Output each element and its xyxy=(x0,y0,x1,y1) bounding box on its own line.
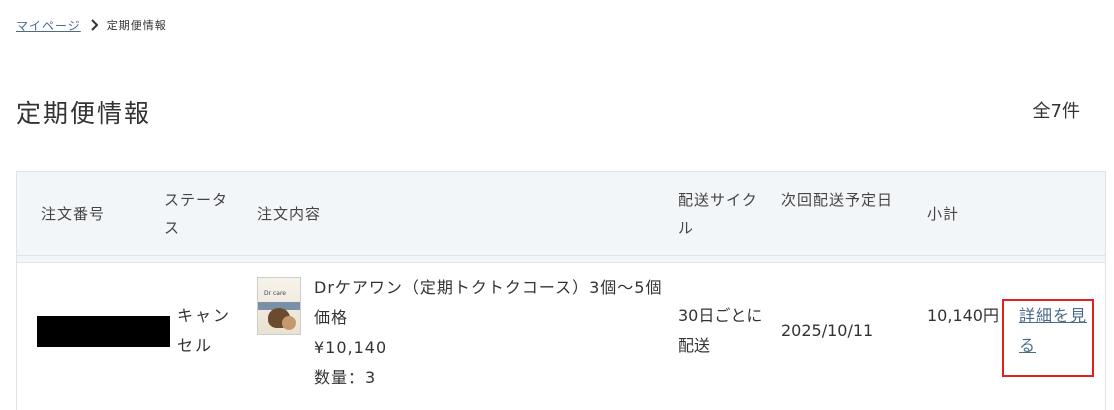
breadcrumb: マイページ 定期便情報 xyxy=(16,16,167,34)
header-status: ステータス xyxy=(164,191,229,237)
subtotal-value: 10,140円 xyxy=(927,306,999,325)
breadcrumb-mypage-link[interactable]: マイページ xyxy=(16,17,81,34)
delivery-cycle: 30日ごとに配送 xyxy=(678,306,763,355)
header-next-delivery: 次回配送予定日 xyxy=(781,191,894,209)
next-delivery-date: 2025/10/11 xyxy=(781,321,874,340)
header-content: 注文内容 xyxy=(257,205,322,223)
breadcrumb-current: 定期便情報 xyxy=(106,19,167,32)
product-price: ¥10,140 xyxy=(314,338,388,357)
order-number-redacted xyxy=(37,316,170,347)
header-order-no: 注文番号 xyxy=(41,205,106,223)
view-details-link[interactable]: 詳細を見る xyxy=(1019,301,1089,361)
header-subtotal: 小計 xyxy=(927,205,960,223)
total-count: 全7件 xyxy=(1032,101,1080,122)
order-content: Drケアワン（定期トクトクコース）3個～5個価格 ¥10,140 数量：3 xyxy=(314,273,664,393)
product-quantity: 数量：3 xyxy=(314,368,377,387)
product-thumbnail: Dr care xyxy=(257,277,301,335)
subscription-table: 注文番号 ステータス 注文内容 配送サイクル 次回配送予定日 小計 キャンセル … xyxy=(16,171,1106,410)
product-name: Drケアワン（定期トクトクコース）3個～5個価格 xyxy=(314,278,663,327)
table-header: 注文番号 ステータス 注文内容 配送サイクル 次回配送予定日 小計 xyxy=(17,172,1105,256)
page-title: 定期便情報 xyxy=(16,99,152,128)
table-row: キャンセル Dr care Drケアワン（定期トクトクコース）3個～5個価格 ¥… xyxy=(17,263,1105,410)
chevron-right-icon xyxy=(87,16,103,34)
header-cycle: 配送サイクル xyxy=(678,191,758,237)
status-text: キャンセル xyxy=(177,306,232,355)
header-divider xyxy=(17,256,1105,263)
